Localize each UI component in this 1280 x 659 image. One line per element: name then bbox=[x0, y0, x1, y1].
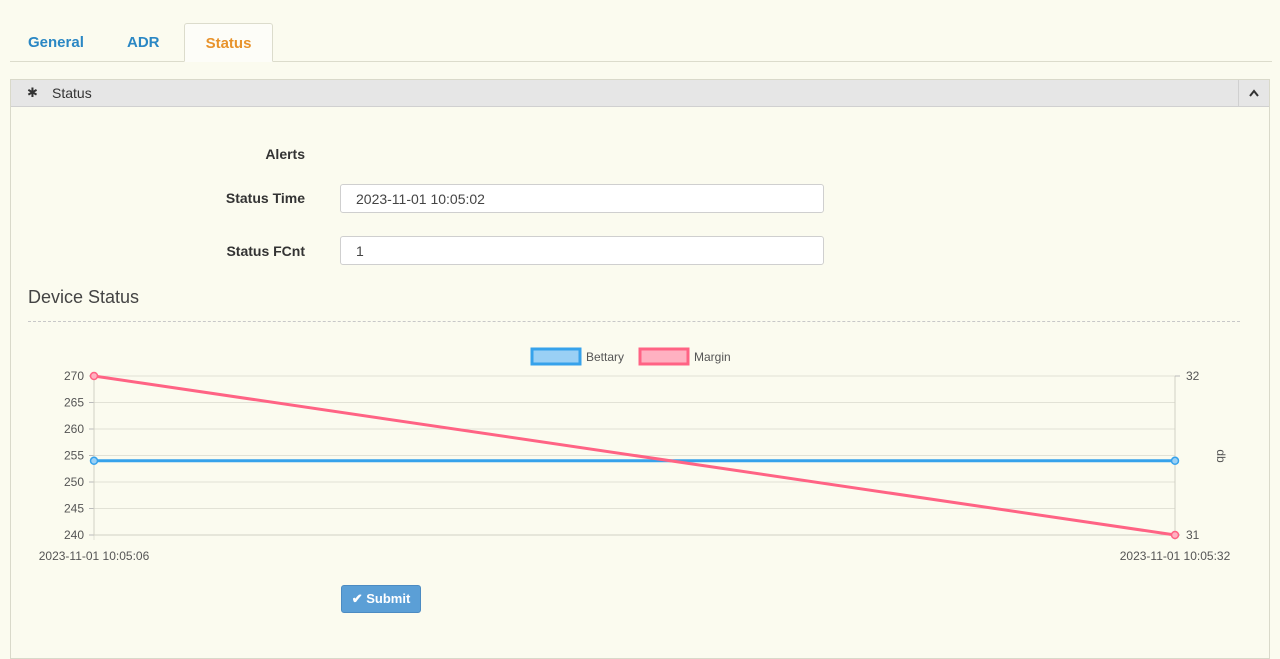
x-tick-label: 2023-11-01 10:05:32 bbox=[1120, 549, 1231, 563]
y-left-tick-label: 265 bbox=[64, 396, 84, 410]
y-left-tick-label: 255 bbox=[64, 449, 84, 463]
y-left-tick-label: 270 bbox=[64, 369, 84, 383]
y-left-tick-label: 240 bbox=[64, 528, 84, 542]
y-left-tick-label: 245 bbox=[64, 502, 84, 516]
chart-legend[interactable]: Bettary Margin bbox=[530, 347, 731, 366]
y-right-tick-label: 31 bbox=[1186, 528, 1200, 542]
data-point-margin bbox=[1170, 530, 1180, 540]
check-icon: ✔ bbox=[351, 591, 363, 606]
legend-swatch-margin[interactable] bbox=[638, 347, 690, 366]
legend-label-bettary[interactable]: Bettary bbox=[586, 350, 624, 364]
data-point-bettary bbox=[1170, 456, 1180, 466]
y-left-tick-label: 250 bbox=[64, 475, 84, 489]
submit-button[interactable]: ✔ Submit bbox=[341, 585, 421, 613]
y-right-axis-label: db bbox=[1214, 449, 1228, 463]
y-left-tick-label: 260 bbox=[64, 422, 84, 436]
legend-label-margin[interactable]: Margin bbox=[694, 350, 731, 364]
submit-label: Submit bbox=[366, 591, 411, 606]
y-right-tick-label: 32 bbox=[1186, 369, 1200, 383]
chart-axes: 240 245 250 255 260 265 270 2023-11-01 10:05:06… bbox=[39, 369, 1231, 563]
device-status-chart: 240 245 250 255 260 265 270 2023-11-01 10:05:06… bbox=[39, 347, 1231, 563]
legend-swatch-bettary[interactable] bbox=[530, 347, 582, 366]
data-point-bettary bbox=[89, 456, 99, 466]
data-point-margin bbox=[89, 371, 99, 381]
x-tick-label: 2023-11-01 10:05:06 bbox=[39, 549, 150, 563]
